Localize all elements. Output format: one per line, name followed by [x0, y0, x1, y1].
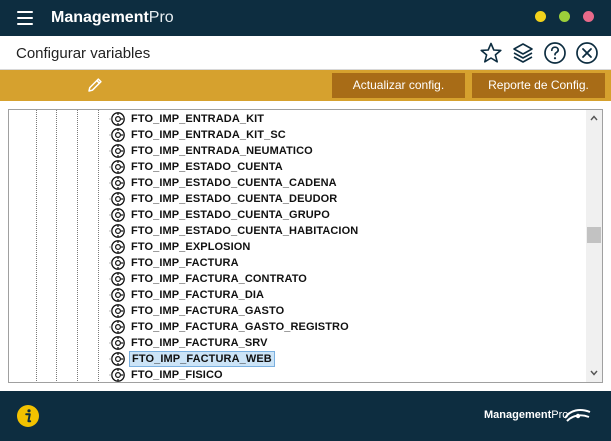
tree-item[interactable]: FTO_IMP_FACTURA_WEB	[109, 351, 275, 367]
variable-node-icon	[109, 112, 125, 126]
tree-item-label: FTO_IMP_FACTURA_DIA	[131, 289, 265, 301]
tree-item-label: FTO_IMP_FACTURA_GASTO	[131, 305, 285, 317]
tree-item-label: FTO_IMP_ESTADO_CUENTA_GRUPO	[131, 209, 330, 221]
config-report-button[interactable]: Reporte de Config.	[472, 73, 605, 98]
app-title-light: Pro	[148, 9, 174, 26]
tree-item[interactable]: FTO_IMP_ENTRADA_NEUMATICO	[109, 143, 315, 159]
variable-node-icon	[109, 320, 125, 334]
variable-node-icon	[109, 240, 125, 254]
update-config-button[interactable]: Actualizar config.	[332, 73, 465, 98]
tree-item[interactable]: FTO_IMP_ESTADO_CUENTA_GRUPO	[109, 207, 332, 223]
maximize-button[interactable]	[559, 11, 570, 22]
vertical-scrollbar[interactable]	[586, 110, 602, 382]
tree-item[interactable]: FTO_IMP_FACTURA_GASTO	[109, 303, 286, 319]
variable-node-icon	[109, 128, 125, 142]
menu-icon[interactable]	[17, 11, 33, 25]
page-title: Configurar variables	[16, 45, 151, 62]
tree-item-label: FTO_IMP_FACTURA_WEB	[129, 351, 275, 367]
layers-icon[interactable]	[511, 41, 535, 65]
close-window-button[interactable]	[583, 11, 594, 22]
variable-node-icon	[109, 144, 125, 158]
brand-text: ManagementPro	[484, 409, 568, 421]
tree-item-label: FTO_IMP_FACTURA_CONTRATO	[131, 273, 307, 285]
variable-node-icon	[109, 208, 125, 222]
pencil-icon[interactable]	[86, 76, 104, 94]
tree-item-label: FTO_IMP_ESTADO_CUENTA_DEUDOR	[131, 193, 338, 205]
variable-node-icon	[109, 304, 125, 318]
scroll-up-icon[interactable]	[590, 114, 598, 122]
variable-node-icon	[109, 160, 125, 174]
brand-logo-icon	[564, 409, 591, 422]
tree-item[interactable]: FTO_IMP_ESTADO_CUENTA_CADENA	[109, 175, 339, 191]
title-bar: ManagementPro	[0, 0, 611, 36]
variable-node-icon	[109, 352, 125, 366]
tree-item-label: FTO_IMP_FACTURA_SRV	[131, 337, 268, 349]
tree-item[interactable]: FTO_IMP_ENTRADA_KIT_SC	[109, 127, 288, 143]
tree-item-label: FTO_IMP_ENTRADA_KIT_SC	[131, 129, 286, 141]
variable-node-icon	[109, 224, 125, 238]
tree-item[interactable]: FTO_IMP_FACTURA_SRV	[109, 335, 270, 351]
tree-item-label: FTO_IMP_ESTADO_CUENTA_HABITACION	[131, 225, 359, 237]
variable-node-icon	[109, 272, 125, 286]
tree-item[interactable]: FTO_IMP_FACTURA_DIA	[109, 287, 266, 303]
tree-item[interactable]: FTO_IMP_FACTURA_GASTO_REGISTRO	[109, 319, 351, 335]
tree-item-label: FTO_IMP_FISICO	[131, 369, 223, 381]
variable-node-icon	[109, 288, 125, 302]
tree-item-label: FTO_IMP_ESTADO_CUENTA_CADENA	[131, 177, 337, 189]
tree-item-label: FTO_IMP_FACTURA_GASTO_REGISTRO	[131, 321, 349, 333]
info-icon[interactable]	[16, 404, 40, 428]
minimize-button[interactable]	[535, 11, 546, 22]
star-icon[interactable]	[479, 41, 503, 65]
variable-node-icon	[109, 336, 125, 350]
tree-item[interactable]: FTO_IMP_ENTRADA_KIT	[109, 111, 266, 127]
toolbar: Actualizar config. Reporte de Config.	[0, 70, 611, 101]
scroll-down-icon[interactable]	[590, 369, 598, 377]
variable-node-icon	[109, 192, 125, 206]
tree-item[interactable]: FTO_IMP_ESTADO_CUENTA	[109, 159, 285, 175]
tree-item[interactable]: FTO_IMP_FACTURA	[109, 255, 241, 271]
tree-item-label: FTO_IMP_EXPLOSION	[131, 241, 251, 253]
tree-item[interactable]: FTO_IMP_FACTURA_CONTRATO	[109, 271, 309, 287]
brand-bold: Management	[484, 409, 552, 421]
tree-item[interactable]: FTO_IMP_ESTADO_CUENTA_HABITACION	[109, 223, 360, 239]
footer-bar: ManagementPro	[0, 391, 611, 441]
tree-item-label: FTO_IMP_ENTRADA_KIT	[131, 113, 265, 125]
tree-item-label: FTO_IMP_ESTADO_CUENTA	[131, 161, 283, 173]
tree-item[interactable]: FTO_IMP_EXPLOSION	[109, 239, 252, 255]
variable-node-icon	[109, 176, 125, 190]
page-header: Configurar variables	[0, 36, 611, 70]
app-title-bold: Management	[51, 9, 149, 26]
app-window: ManagementPro Configurar variables Actua…	[0, 0, 611, 441]
tree-item-label: FTO_IMP_FACTURA	[131, 257, 239, 269]
variables-tree[interactable]: FTO_IMP_ENTRADA_KIT FTO_IMP_ENTRADA_KIT_S…	[8, 109, 603, 383]
variable-node-icon	[109, 256, 125, 270]
tree-item[interactable]: FTO_IMP_FISICO	[109, 367, 225, 382]
scroll-thumb[interactable]	[587, 227, 601, 243]
help-icon[interactable]	[543, 41, 567, 65]
tree-item[interactable]: FTO_IMP_ESTADO_CUENTA_DEUDOR	[109, 191, 339, 207]
variable-node-icon	[109, 368, 125, 382]
app-title: ManagementPro	[51, 9, 174, 27]
tree-item-label: FTO_IMP_ENTRADA_NEUMATICO	[131, 145, 313, 157]
close-icon[interactable]	[575, 41, 599, 65]
